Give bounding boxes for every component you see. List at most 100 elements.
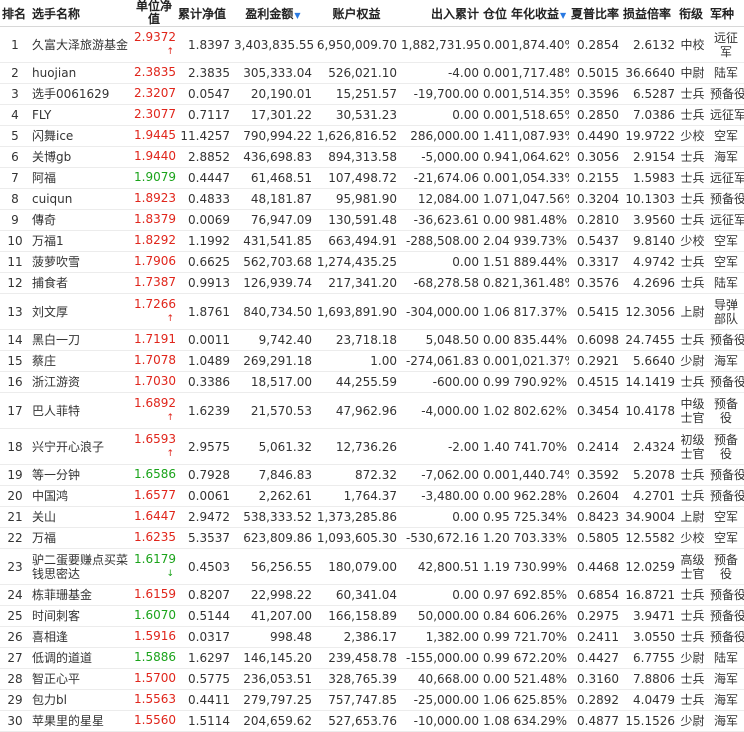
branch-cell: 陆军: [708, 647, 744, 669]
player-name-cell[interactable]: 巴人菲特: [30, 392, 132, 429]
player-name-cell[interactable]: 蔡庄: [30, 350, 132, 372]
table-row[interactable]: 22万福1.6235↑5.3537623,809.861,093,605.30-…: [0, 527, 744, 549]
player-name-cell[interactable]: cuiqun: [30, 188, 132, 210]
annual-cell: 962.28%: [509, 485, 569, 507]
player-name-cell[interactable]: 久富大泽旅游基金: [30, 26, 132, 63]
equity-cell: 6,950,009.70: [314, 26, 399, 63]
player-name-cell[interactable]: 万福1: [30, 230, 132, 252]
table-row[interactable]: 15蔡庄1.7078↑1.0489269,291.181.00-274,061.…: [0, 350, 744, 372]
grade-cell: 中尉: [677, 62, 708, 84]
table-row[interactable]: 3选手00616292.3207↑0.054720,190.0115,251.5…: [0, 83, 744, 105]
grade-cell: 上尉: [677, 293, 708, 330]
table-row[interactable]: 24栋菲珊基金1.6159↑0.820722,998.2260,341.040.…: [0, 584, 744, 606]
grade-cell: 士兵: [677, 272, 708, 294]
player-name-cell[interactable]: FLY: [30, 104, 132, 126]
table-row[interactable]: 25时间刺客1.6070↓0.514441,207.00166,158.8950…: [0, 605, 744, 627]
col-header-cum-nav[interactable]: 累计净值: [176, 0, 232, 27]
cum-nav-cell: 1.8761: [176, 293, 232, 330]
col-header-name[interactable]: 选手名称: [30, 0, 132, 27]
player-name-cell[interactable]: 关山: [30, 506, 132, 528]
table-row[interactable]: 18 兴宁开心浪子 1.6593 ↑ 2.9575 5,061.32 12,736.26 -2…: [0, 428, 744, 465]
col-header-branch[interactable]: 军种: [708, 0, 744, 27]
col-header-ratio[interactable]: 损益倍率: [621, 0, 677, 27]
sharpe-cell: 0.3454: [569, 392, 621, 429]
table-row[interactable]: 7阿福1.9079↓0.444761,468.51107,498.72-21,6…: [0, 167, 744, 189]
table-row[interactable]: 17 巴人菲特 1.6892 ↑ 1.6239 21,570.53 47,962.96 -4,…: [0, 392, 744, 429]
rank-cell: 3: [0, 83, 30, 105]
table-row[interactable]: 6关博gb1.9440↑2.8852436,698.83894,313.58-5…: [0, 146, 744, 168]
nav-cell: 1.5560↑: [132, 710, 176, 732]
nav-value: 1.5560: [134, 713, 176, 727]
table-row[interactable]: 20中国鸿1.6577↑0.00612,262.611,764.37-3,480…: [0, 485, 744, 507]
branch-cell: 预备役: [708, 485, 744, 507]
player-name-cell[interactable]: 苹果里的星星: [30, 710, 132, 732]
player-name-cell[interactable]: 驴二蛋要赚点买菜钱思密达: [30, 548, 132, 585]
table-row[interactable]: 29包力bl1.5563↑0.4411279,797.25757,747.85-…: [0, 689, 744, 711]
table-row[interactable]: 27低调的道道1.5886↓1.6297146,145.20239,458.78…: [0, 647, 744, 669]
table-row[interactable]: 19等一分钟1.6586↓0.79287,846.83872.32-7,062.…: [0, 464, 744, 486]
player-name-cell[interactable]: 浙江游资: [30, 371, 132, 393]
player-name-cell[interactable]: 栋菲珊基金: [30, 584, 132, 606]
table-row[interactable]: 2huojian2.3835↑2.3835305,333.04526,021.1…: [0, 62, 744, 84]
table-row[interactable]: 26喜相逢1.5916↑0.0317998.482,386.171,382.00…: [0, 626, 744, 648]
table-row[interactable]: 16浙江游资1.7030↑0.338618,517.0044,255.59-60…: [0, 371, 744, 393]
outflow-cell: 0.00: [399, 584, 481, 606]
player-name-cell[interactable]: 等一分钟: [30, 464, 132, 486]
col-header-annual[interactable]: 年化收益▼: [509, 0, 569, 27]
sharpe-cell: 0.3317: [569, 251, 621, 273]
player-name-cell[interactable]: 黑白一刀: [30, 329, 132, 351]
table-row[interactable]: 11菠萝吹雪1.7906↑0.6625562,703.681,274,435.2…: [0, 251, 744, 273]
nav-value: 1.5563: [134, 692, 176, 706]
table-row[interactable]: 23 驴二蛋要赚点买菜钱思密达 1.6179 ↓ 0.4503 56,256.55 180,…: [0, 548, 744, 585]
col-header-pnl[interactable]: 盈利金额▼: [232, 0, 314, 27]
nav-value: 1.5916: [134, 629, 176, 643]
player-name-cell[interactable]: 时间刺客: [30, 605, 132, 627]
player-name-cell[interactable]: 中国鸿: [30, 485, 132, 507]
player-name-cell[interactable]: 选手0061629: [30, 83, 132, 105]
arrow-up-icon: ↑: [166, 413, 174, 423]
branch-cell: 预备役: [708, 584, 744, 606]
table-row[interactable]: 9傳奇1.8379↑0.006976,947.09130,591.48-36,6…: [0, 209, 744, 231]
player-name-cell[interactable]: huojian: [30, 62, 132, 84]
col-header-outflow[interactable]: 出入累计: [399, 0, 481, 27]
player-name-cell[interactable]: 万福: [30, 527, 132, 549]
player-name-cell[interactable]: 闪舞ice: [30, 125, 132, 147]
player-name-cell[interactable]: 关博gb: [30, 146, 132, 168]
col-header-nav[interactable]: 单位净值: [132, 0, 176, 27]
col-header-equity[interactable]: 账户权益: [314, 0, 399, 27]
position-cell: 0.00: [481, 329, 509, 351]
table-row[interactable]: 4FLY2.3077↑0.711717,301.2230,531.230.000…: [0, 104, 744, 126]
pnl-cell: 22,998.22: [232, 584, 314, 606]
table-row[interactable]: 1 久富大泽旅游基金 2.9372 ↑ 1.8397 3,403,835.55 6,950,…: [0, 26, 744, 63]
player-name-cell[interactable]: 阿福: [30, 167, 132, 189]
table-row[interactable]: 30苹果里的星星1.5560↑1.5114204,659.62527,653.7…: [0, 710, 744, 732]
pnl-cell: 279,797.25: [232, 689, 314, 711]
table-row[interactable]: 5闪舞ice1.9445↑11.4257790,994.221,626,816.…: [0, 125, 744, 147]
table-row[interactable]: 13 刘文厚 1.7266 ↑ 1.8761 840,734.50 1,693,891.90…: [0, 293, 744, 330]
col-header-position[interactable]: 仓位: [481, 0, 509, 27]
player-name-cell[interactable]: 菠萝吹雪: [30, 251, 132, 273]
sharpe-cell: 0.3592: [569, 464, 621, 486]
col-header-rank[interactable]: 排名: [0, 0, 30, 27]
player-name-cell[interactable]: 智正心平: [30, 668, 132, 690]
pnl-cell: 61,468.51: [232, 167, 314, 189]
player-name-cell[interactable]: 傳奇: [30, 209, 132, 231]
player-name-cell[interactable]: 捕食者: [30, 272, 132, 294]
player-name-cell[interactable]: 喜相逢: [30, 626, 132, 648]
table-row[interactable]: 21关山1.6447↑2.9472538,333.521,373,285.860…: [0, 506, 744, 528]
pnl-cell: 2,262.61: [232, 485, 314, 507]
branch-cell: 预备役: [708, 605, 744, 627]
table-row[interactable]: 12捕食者1.7387↑0.9913126,939.74217,341.20-6…: [0, 272, 744, 294]
table-row[interactable]: 8cuiqun1.8923↑0.483348,181.8795,981.9012…: [0, 188, 744, 210]
table-row[interactable]: 28智正心平1.5700↑0.5775236,053.51328,765.394…: [0, 668, 744, 690]
table-row[interactable]: 10万福11.8292↑1.1992431,541.85663,494.91-2…: [0, 230, 744, 252]
outflow-cell: 50,000.00: [399, 605, 481, 627]
col-header-grade[interactable]: 衔级: [677, 0, 708, 27]
player-name-cell[interactable]: 刘文厚: [30, 293, 132, 330]
player-name-cell[interactable]: 低调的道道: [30, 647, 132, 669]
player-name-cell[interactable]: 包力bl: [30, 689, 132, 711]
table-row[interactable]: 14黑白一刀1.7191↑0.00119,742.4023,718.185,04…: [0, 329, 744, 351]
player-name-cell[interactable]: 兴宁开心浪子: [30, 428, 132, 465]
col-header-sharpe[interactable]: 夏普比率: [569, 0, 621, 27]
sort-desc-icon: ▼: [560, 10, 567, 20]
